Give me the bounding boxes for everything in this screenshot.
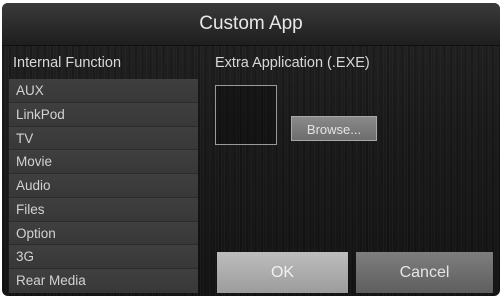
list-item-rear-media[interactable]: Rear Media: [9, 269, 198, 293]
list-item-option[interactable]: Option: [9, 221, 198, 246]
cancel-button[interactable]: Cancel: [356, 252, 493, 293]
list-item-files[interactable]: Files: [9, 197, 198, 222]
internal-function-heading: Internal Function: [13, 55, 122, 71]
ok-button[interactable]: OK: [217, 252, 348, 293]
list-item-3g[interactable]: 3G: [9, 245, 198, 270]
browse-button[interactable]: Browse...: [291, 116, 377, 141]
list-item-tv[interactable]: TV: [9, 126, 198, 151]
extra-application-heading: Extra Application (.EXE): [215, 55, 370, 71]
list-item-aux[interactable]: AUX: [9, 79, 198, 103]
custom-app-screen: Custom App Internal Function Extra Appli…: [2, 3, 500, 296]
list-item-movie[interactable]: Movie: [9, 150, 198, 175]
list-item-linkpod[interactable]: LinkPod: [9, 102, 198, 127]
internal-function-list: AUX LinkPod TV Movie Audio Files Option …: [9, 79, 198, 293]
page-title: Custom App: [2, 3, 500, 46]
list-item-audio[interactable]: Audio: [9, 174, 198, 198]
application-preview-box: [215, 85, 277, 145]
